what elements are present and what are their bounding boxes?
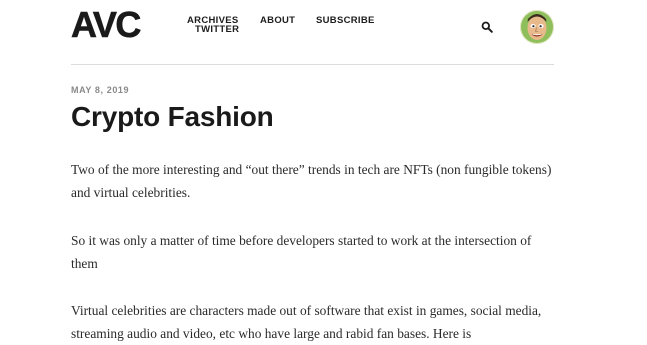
post-paragraph: Virtual celebrities are characters made … bbox=[71, 303, 542, 341]
nav-about-link[interactable]: ABOUT bbox=[260, 16, 295, 26]
nav-twitter-link[interactable]: TWITTER bbox=[195, 25, 239, 35]
site-header: AVC ARCHIVES TWITTER ABOUT SUBSCRIBE bbox=[71, 0, 554, 65]
post-date: MAY 8, 2019 bbox=[71, 85, 130, 95]
post-paragraph: So it was only a matter of time before d… bbox=[71, 233, 532, 271]
site-logo[interactable]: AVC bbox=[71, 5, 142, 44]
nav-subscribe-link[interactable]: SUBSCRIBE bbox=[316, 16, 375, 26]
search-icon[interactable] bbox=[481, 20, 493, 33]
avatar[interactable] bbox=[520, 10, 554, 44]
post-title[interactable]: Crypto Fashion bbox=[71, 99, 274, 135]
page: AVC ARCHIVES TWITTER ABOUT SUBSCRIBE MAY… bbox=[71, 0, 554, 341]
post-paragraph: Two of the more interesting and “out the… bbox=[71, 162, 552, 200]
